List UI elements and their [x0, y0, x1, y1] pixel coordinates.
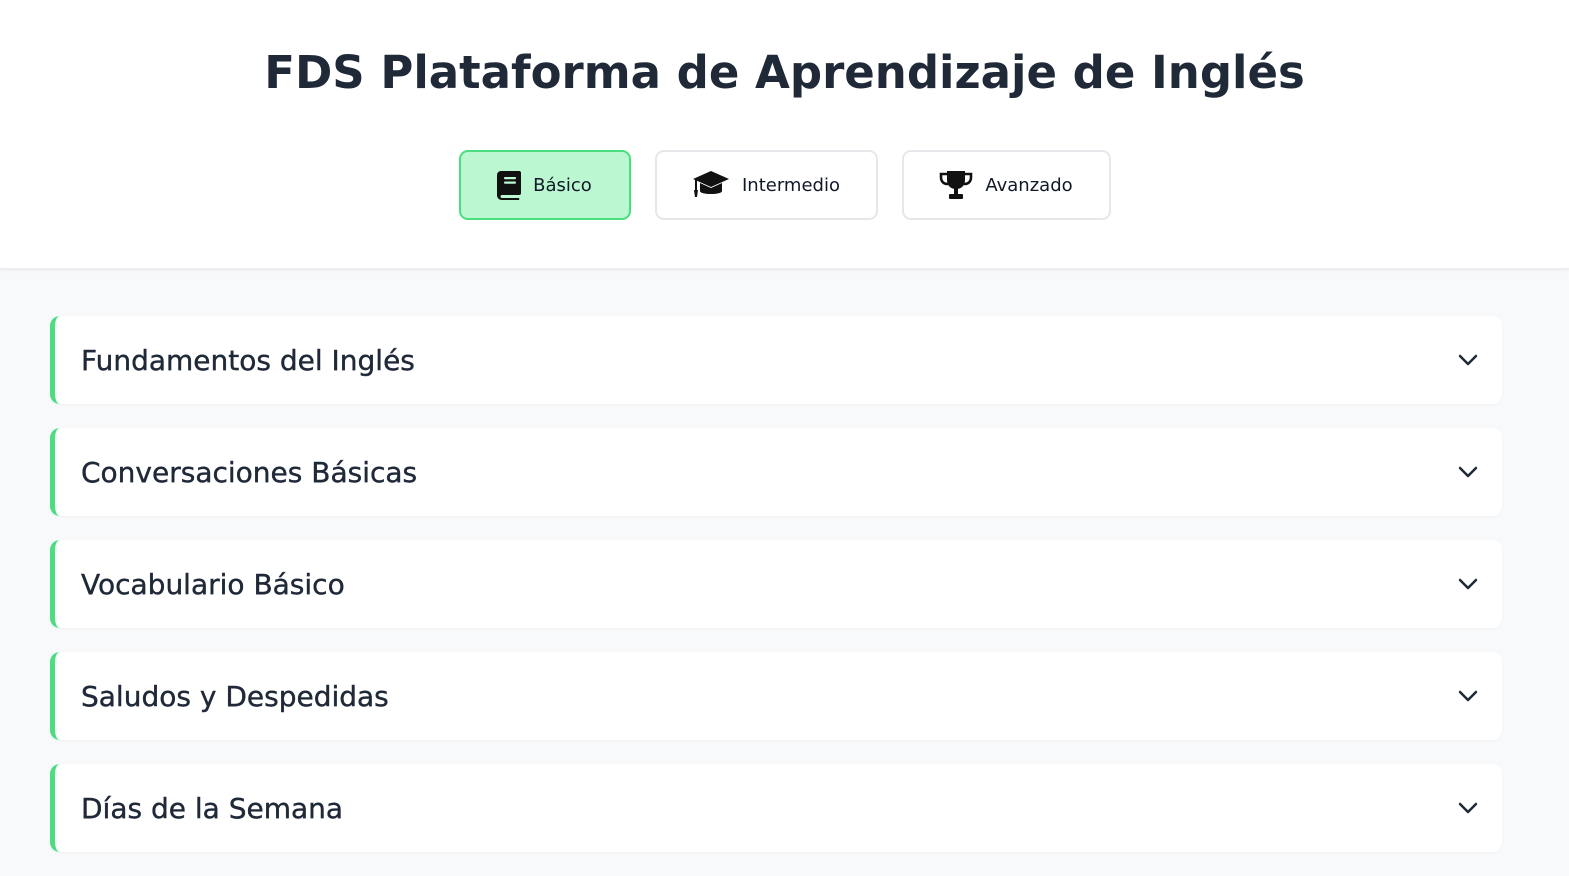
chevron-down-icon[interactable]	[1456, 684, 1480, 708]
chevron-down-icon[interactable]	[1456, 460, 1480, 484]
book-icon	[497, 170, 522, 200]
tab-intermedio[interactable]: Intermedio	[654, 150, 878, 220]
chevron-down-icon[interactable]	[1456, 796, 1480, 820]
tab-basico-label: Básico	[533, 174, 592, 196]
module-title: Saludos y Despedidas	[81, 679, 389, 713]
tab-intermedio-label: Intermedio	[742, 174, 840, 196]
module-title: Conversaciones Básicas	[81, 455, 418, 489]
chevron-down-icon[interactable]	[1456, 572, 1480, 596]
tab-basico[interactable]: Básico	[458, 150, 631, 220]
graduation-cap-icon	[692, 170, 730, 200]
module-item[interactable]: Días de la Semana	[50, 764, 1502, 852]
trophy-icon	[939, 170, 973, 200]
module-title: Vocabulario Básico	[81, 567, 345, 601]
module-title: Días de la Semana	[81, 791, 344, 825]
module-title: Fundamentos del Inglés	[81, 343, 415, 377]
level-tabs: Básico Intermedio Avanzado	[0, 150, 1569, 220]
page-title: FDS Plataforma de Aprendizaje de Inglés	[264, 46, 1305, 99]
module-item[interactable]: Fundamentos del Inglés	[50, 316, 1502, 404]
tab-avanzado-label: Avanzado	[985, 174, 1073, 196]
module-item[interactable]: Saludos y Despedidas	[50, 652, 1502, 740]
module-item[interactable]: Vocabulario Básico	[50, 540, 1502, 628]
page-header: FDS Plataforma de Aprendizaje de Inglés …	[0, 0, 1569, 269]
chevron-down-icon[interactable]	[1456, 348, 1480, 372]
tab-avanzado[interactable]: Avanzado	[901, 150, 1111, 220]
module-list: Fundamentos del Inglés Conversaciones Bá…	[50, 316, 1502, 876]
module-item[interactable]: Conversaciones Básicas	[50, 428, 1502, 516]
